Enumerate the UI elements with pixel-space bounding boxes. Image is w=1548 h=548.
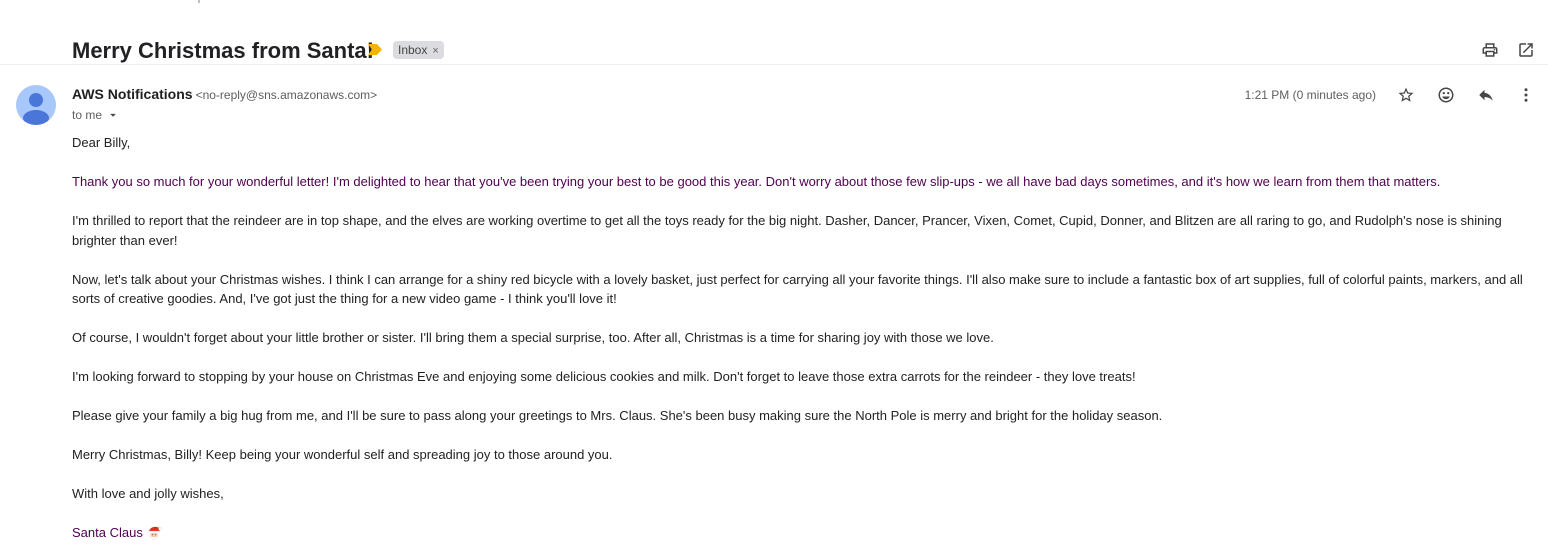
message-timestamp: 1:21 PM (0 minutes ago) — [1244, 88, 1376, 102]
more-options-button[interactable] — [1516, 85, 1536, 105]
email-body: Dear Billy, Thank you so much for your w… — [72, 133, 1532, 543]
subject-header: Merry Christmas from Santa! Inbox × — [0, 28, 1548, 65]
print-icon — [1482, 43, 1498, 57]
sender-avatar[interactable] — [16, 85, 56, 125]
email-view: Merry Christmas from Santa! Inbox × AWS N… — [0, 0, 1548, 548]
top-divider-tick — [198, 0, 200, 3]
signature-name: Santa Claus — [72, 525, 143, 540]
importance-marker-icon[interactable] — [368, 44, 382, 55]
sender-info: AWS Notifications <no-reply@sns.amazonaws… — [72, 86, 377, 104]
print-all-button[interactable] — [1480, 40, 1500, 60]
body-closing: With love and jolly wishes, — [72, 486, 224, 501]
body-paragraph-2: I'm thrilled to report that the reindeer… — [72, 213, 1502, 248]
label-chip-text: Inbox — [398, 43, 428, 57]
star-icon — [1398, 87, 1414, 102]
open-in-new-window-button[interactable] — [1516, 40, 1536, 60]
add-reaction-button[interactable] — [1436, 85, 1456, 105]
open-in-new-window-icon — [1519, 43, 1533, 57]
remove-label-button[interactable]: × — [432, 45, 438, 57]
emoji-reaction-icon — [1438, 87, 1454, 103]
sender-email: <no-reply@sns.amazonaws.com> — [195, 88, 378, 102]
reply-icon — [1479, 89, 1493, 101]
body-paragraph-5: I'm looking forward to stopping by your … — [72, 369, 1136, 384]
more-vertical-icon — [1524, 88, 1528, 102]
label-chip-inbox: Inbox × — [393, 41, 444, 59]
recipient-label: to me — [72, 108, 103, 122]
santa-emoji-icon — [148, 526, 162, 540]
person-icon — [23, 93, 49, 125]
message-actions — [1396, 85, 1536, 105]
body-paragraph-4: Of course, I wouldn't forget about your … — [72, 330, 994, 345]
body-paragraph-1: Thank you so much for your wonderful let… — [72, 174, 1441, 189]
star-button[interactable] — [1396, 85, 1416, 105]
body-paragraph-3: Now, let's talk about your Christmas wis… — [72, 271, 1523, 307]
email-subject: Merry Christmas from Santa! — [72, 38, 374, 63]
sender-name[interactable]: AWS Notifications — [72, 86, 193, 102]
body-greeting: Dear Billy, — [72, 135, 131, 150]
signature: Santa Claus — [72, 523, 1532, 543]
body-paragraph-6: Please give your family a big hug from m… — [72, 408, 1163, 423]
reply-button[interactable] — [1476, 85, 1496, 105]
recipient-details-toggle[interactable]: to me — [72, 108, 120, 122]
chevron-down-icon — [110, 113, 116, 117]
thread-actions — [1480, 40, 1536, 60]
body-paragraph-7: Merry Christmas, Billy! Keep being your … — [72, 447, 613, 462]
